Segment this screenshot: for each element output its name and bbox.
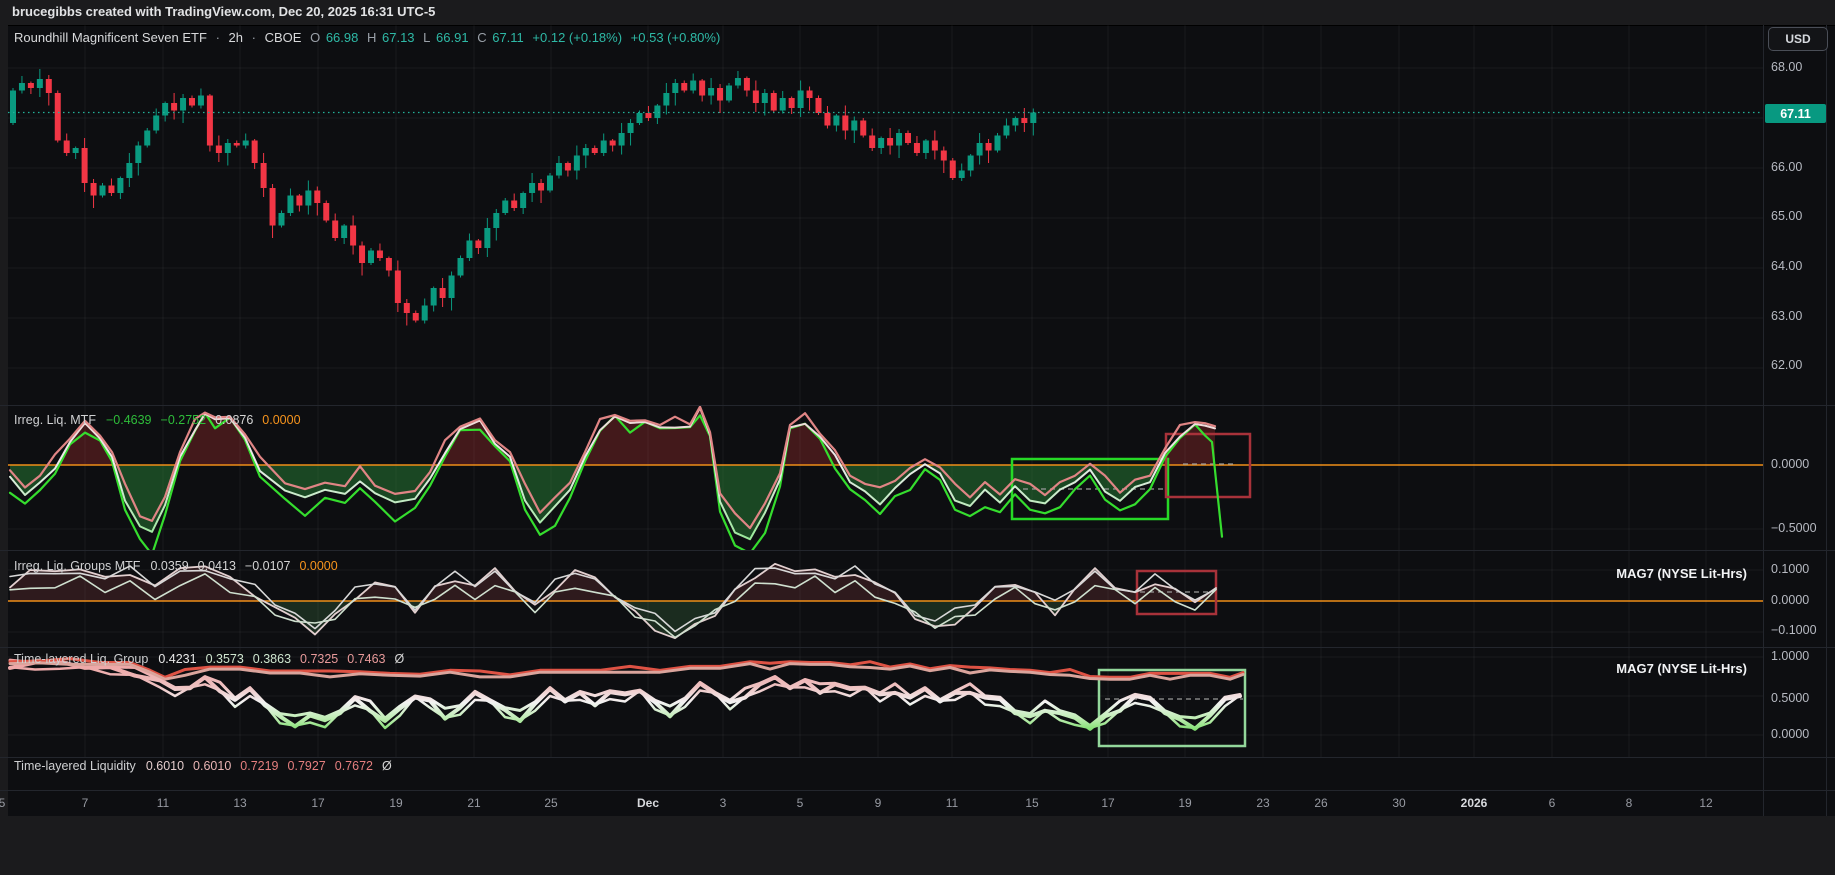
legend-value: Ø bbox=[395, 652, 405, 666]
time-tick-label: 30 bbox=[1376, 796, 1422, 810]
time-tick-label: 17 bbox=[1085, 796, 1131, 810]
legend-value: −0.4639 bbox=[106, 413, 152, 427]
separator-dot: · bbox=[216, 30, 220, 45]
pane4-title[interactable]: Time-layered Liquidity bbox=[14, 759, 136, 773]
pane4-legend[interactable]: Time-layered Liquidity 0.6010 0.6010 0.7219… bbox=[14, 759, 401, 773]
time-tick-label: 11 bbox=[929, 796, 975, 810]
tradingview-chart-window: brucegibbs created with TradingView.com,… bbox=[0, 0, 1835, 875]
legend-value: 0.3863 bbox=[253, 652, 291, 666]
axis-label: −0.1000 bbox=[1771, 623, 1817, 637]
left-edge-strip bbox=[0, 25, 8, 816]
time-tick-label: Dec bbox=[625, 796, 671, 810]
legend-value: 0.7927 bbox=[288, 759, 326, 773]
legend-value: 0.3573 bbox=[206, 652, 244, 666]
time-tick-label: 25 bbox=[528, 796, 574, 810]
time-tick-label: 15 bbox=[1009, 796, 1055, 810]
pane3-source-label: MAG7 (NYSE Lit-Hrs) bbox=[1547, 661, 1747, 676]
attribution-bar: brucegibbs created with TradingView.com,… bbox=[0, 0, 1835, 26]
axis-label: 66.00 bbox=[1771, 160, 1802, 174]
open-label: O bbox=[310, 30, 320, 45]
axis-label: 0.1000 bbox=[1771, 562, 1809, 576]
symbol-title[interactable]: Roundhill Magnificent Seven ETF bbox=[14, 30, 207, 45]
time-tick-label: 9 bbox=[855, 796, 901, 810]
symbol-legend[interactable]: Roundhill Magnificent Seven ETF · 2h · C… bbox=[14, 30, 725, 45]
time-tick-label: 26 bbox=[1298, 796, 1344, 810]
last-price-badge: 67.11 bbox=[1765, 104, 1826, 123]
low-label: L bbox=[423, 30, 430, 45]
legend-value: −0.0107 bbox=[245, 559, 291, 573]
main-chart-canvas[interactable] bbox=[0, 25, 1835, 405]
time-tick-label: 13 bbox=[217, 796, 263, 810]
time-tick-label: 3 bbox=[700, 796, 746, 810]
separator-dot: · bbox=[252, 30, 256, 45]
time-tick-label: 8 bbox=[1606, 796, 1652, 810]
legend-value: 0.0000 bbox=[299, 559, 337, 573]
legend-value: 0.7463 bbox=[347, 652, 385, 666]
right-edge-border bbox=[1826, 25, 1827, 816]
time-tick-label: 5 bbox=[0, 796, 25, 810]
close-label: C bbox=[477, 30, 486, 45]
pane-divider[interactable] bbox=[0, 647, 1835, 648]
legend-value: 0.0000 bbox=[262, 413, 300, 427]
time-tick-label: 6 bbox=[1529, 796, 1575, 810]
pane3-title[interactable]: Time-layered Liq. Group bbox=[14, 652, 148, 666]
time-tick-label: 5 bbox=[777, 796, 823, 810]
pane1-legend[interactable]: Irreg. Liq. MTF −0.4639 −0.2752 0.0876 0.000… bbox=[14, 413, 310, 427]
axis-label: 0.0000 bbox=[1771, 593, 1809, 607]
currency-usd-button[interactable]: USD bbox=[1768, 27, 1828, 51]
axis-label: 1.0000 bbox=[1771, 649, 1809, 663]
attribution-text: brucegibbs created with TradingView.com,… bbox=[12, 4, 435, 19]
interval-label[interactable]: 2h bbox=[229, 30, 243, 45]
high-value: 67.13 bbox=[382, 30, 415, 45]
open-value: 66.98 bbox=[326, 30, 359, 45]
time-tick-label: 19 bbox=[373, 796, 419, 810]
time-tick-label: 11 bbox=[140, 796, 186, 810]
time-tick-label: 2026 bbox=[1451, 796, 1497, 810]
price-axis-border bbox=[1763, 25, 1764, 816]
axis-label: 0.0000 bbox=[1771, 727, 1809, 741]
axis-label: 68.00 bbox=[1771, 60, 1802, 74]
legend-value: −0.2752 bbox=[161, 413, 207, 427]
pane-divider[interactable] bbox=[0, 757, 1835, 758]
time-tick-label: 17 bbox=[295, 796, 341, 810]
exchange-label: CBOE bbox=[265, 30, 302, 45]
axis-label: 0.0000 bbox=[1771, 457, 1809, 471]
low-value: 66.91 bbox=[436, 30, 469, 45]
close-value: 67.11 bbox=[492, 30, 524, 45]
pane-divider[interactable] bbox=[0, 550, 1835, 551]
legend-value: 0.7672 bbox=[335, 759, 373, 773]
high-label: H bbox=[367, 30, 376, 45]
time-tick-label: 21 bbox=[451, 796, 497, 810]
axis-label: 63.00 bbox=[1771, 309, 1802, 323]
time-tick-label: 23 bbox=[1240, 796, 1286, 810]
pane2-source-label: MAG7 (NYSE Lit-Hrs) bbox=[1547, 566, 1747, 581]
pane-divider[interactable] bbox=[0, 405, 1835, 406]
axis-label: 0.5000 bbox=[1771, 691, 1809, 705]
pane3-legend[interactable]: Time-layered Liq. Group 0.4231 0.3573 0.386… bbox=[14, 652, 413, 666]
legend-value: 0.0876 bbox=[215, 413, 253, 427]
legend-value: 0.7325 bbox=[300, 652, 338, 666]
legend-value: 0.6010 bbox=[146, 759, 184, 773]
time-tick-label: 7 bbox=[62, 796, 108, 810]
axis-label: 64.00 bbox=[1771, 259, 1802, 273]
time-tick-label: 19 bbox=[1162, 796, 1208, 810]
pane2-legend[interactable]: Irreg. Liq. Groups MTF 0.0359 0.0413 −0.010… bbox=[14, 559, 347, 573]
legend-value: 0.0413 bbox=[198, 559, 236, 573]
legend-value: 0.0359 bbox=[150, 559, 188, 573]
pane1-title[interactable]: Irreg. Liq. MTF bbox=[14, 413, 96, 427]
legend-value: Ø bbox=[382, 759, 392, 773]
bottom-brand-bar: TradingView bbox=[0, 816, 1835, 875]
pane2-title[interactable]: Irreg. Liq. Groups MTF bbox=[14, 559, 140, 573]
legend-value: 0.7219 bbox=[240, 759, 278, 773]
bar-change-value: +0.12 (+0.18%) bbox=[532, 30, 622, 45]
legend-value: 0.6010 bbox=[193, 759, 231, 773]
time-tick-label: 12 bbox=[1683, 796, 1729, 810]
time-axis-border bbox=[0, 790, 1835, 791]
axis-label: 65.00 bbox=[1771, 209, 1802, 223]
axis-label: −0.5000 bbox=[1771, 521, 1817, 535]
total-change-value: +0.53 (+0.80%) bbox=[631, 30, 721, 45]
axis-label: 62.00 bbox=[1771, 358, 1802, 372]
pane-irreg-liq-mtf-canvas[interactable] bbox=[0, 406, 1835, 550]
legend-value: 0.4231 bbox=[158, 652, 196, 666]
